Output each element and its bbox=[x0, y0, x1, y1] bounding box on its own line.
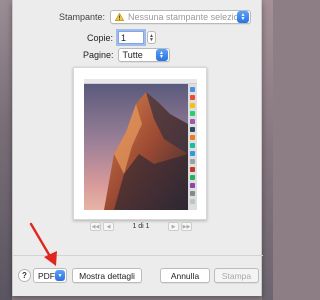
chevron-updown-icon: ▲ ▼ bbox=[237, 11, 250, 23]
pdf-button-label: PDF bbox=[38, 270, 55, 281]
print-preview bbox=[73, 67, 207, 220]
chevron-down-icon: ▼ bbox=[55, 270, 65, 281]
first-page-button[interactable]: ◀◀ bbox=[90, 222, 101, 231]
copies-input[interactable]: 1 bbox=[118, 31, 145, 44]
print-dialog: Stampante: Nessuna stampante selezionata… bbox=[12, 0, 263, 296]
preview-dock bbox=[188, 84, 197, 210]
copies-row: Copie: 1 ▲ ▼ bbox=[87, 31, 157, 44]
pdf-menu-button[interactable]: PDF ▼ bbox=[33, 268, 67, 283]
desktop-background-right bbox=[262, 0, 273, 300]
pages-label: Pagine: bbox=[83, 50, 114, 60]
pages-select-value: Tutte bbox=[122, 50, 143, 60]
pages-select[interactable]: Tutte ▲ ▼ bbox=[117, 48, 170, 62]
printer-label: Stampante: bbox=[59, 12, 106, 22]
last-page-button[interactable]: ▶▶ bbox=[181, 222, 192, 231]
copies-label: Copie: bbox=[87, 32, 114, 43]
page-navigation: ◀◀ ◀ 1 di 1 ▶ ▶▶ bbox=[90, 221, 192, 232]
preview-wallpaper-image bbox=[84, 84, 188, 210]
warning-icon bbox=[115, 13, 125, 21]
next-page-button[interactable]: ▶ bbox=[168, 222, 179, 231]
chevron-updown-icon: ▲ ▼ bbox=[155, 49, 168, 61]
annotation-arrow-icon bbox=[29, 222, 57, 266]
printer-select-value: Nessuna stampante selezionata bbox=[128, 12, 238, 22]
preview-page-content bbox=[84, 79, 197, 210]
print-button[interactable]: Stampa bbox=[214, 268, 259, 283]
printer-select[interactable]: Nessuna stampante selezionata ▲▼ bbox=[110, 10, 252, 24]
copies-stepper[interactable]: ▲ ▼ bbox=[147, 31, 157, 44]
previous-page-button[interactable]: ◀ bbox=[103, 222, 114, 231]
page-indicator: 1 di 1 bbox=[132, 223, 150, 230]
desktop-background-left bbox=[0, 0, 12, 300]
help-button[interactable]: ? bbox=[18, 269, 31, 282]
show-details-button[interactable]: Mostra dettagli bbox=[72, 268, 142, 283]
cancel-button[interactable]: Annulla bbox=[160, 268, 210, 283]
pages-row: Pagine: Tutte ▲ ▼ bbox=[83, 48, 170, 62]
printer-row: Stampante: Nessuna stampante selezionata… bbox=[59, 10, 252, 24]
